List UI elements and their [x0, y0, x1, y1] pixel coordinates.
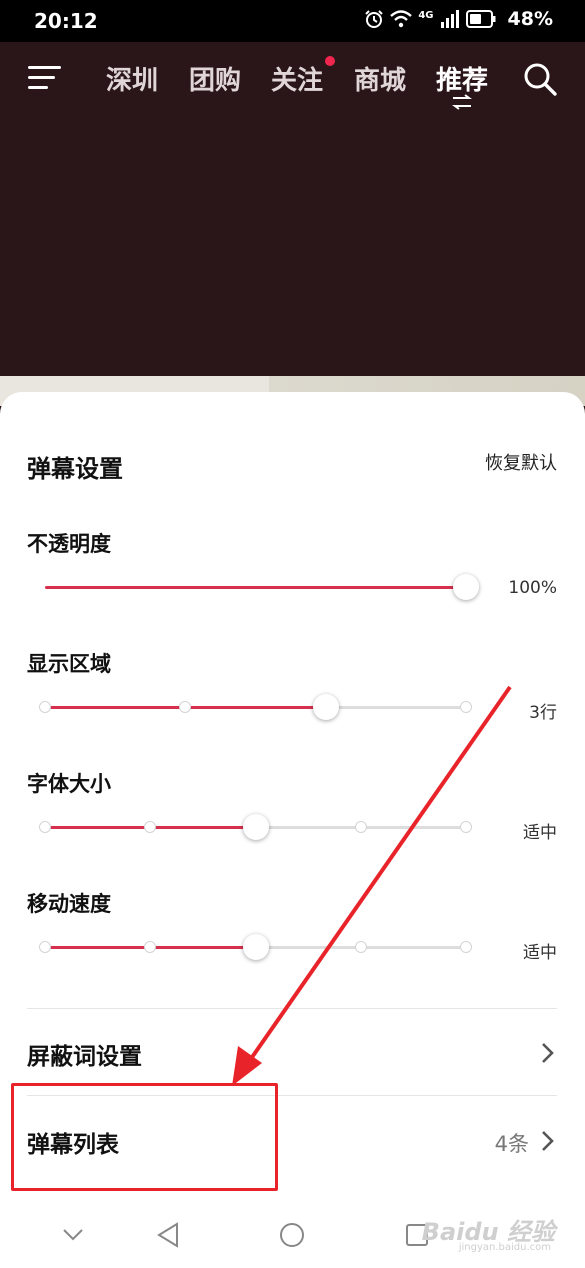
danmaku-settings-sheet: 弹幕设置 恢复默认 不透明度 100% 显示区域 3行 字体大小 适中 移动速度…: [0, 392, 585, 1268]
status-time: 20:12: [34, 9, 98, 33]
slider-fill: [45, 586, 466, 589]
opacity-value: 100%: [508, 578, 557, 598]
tab-recommend[interactable]: 推荐: [436, 60, 488, 97]
slider-step-mark: [39, 941, 51, 953]
sheet-title: 弹幕设置: [27, 455, 123, 483]
notification-dot: [325, 56, 335, 66]
blocked-words-row[interactable]: 屏蔽词设置: [0, 1010, 585, 1094]
font-size-value: 适中: [523, 823, 557, 843]
slider-step-mark: [460, 941, 472, 953]
reset-default-button[interactable]: 恢复默认: [485, 449, 557, 475]
speed-value: 适中: [523, 943, 557, 963]
font-size-slider[interactable]: [39, 812, 472, 842]
network-type-label: 4G: [418, 9, 434, 21]
divider: [27, 1095, 557, 1096]
display-area-value: 3行: [529, 703, 557, 723]
slider-step-mark: [460, 701, 472, 713]
signal-icon: [440, 10, 459, 28]
slider-thumb[interactable]: [312, 694, 339, 720]
chevron-right-icon: [542, 1131, 554, 1151]
top-nav: 深圳 团购 关注 商城 推荐: [0, 42, 585, 116]
slider-step-mark: [354, 941, 367, 953]
watermark-url: jingyan.baidu.com: [458, 1242, 551, 1253]
slider-step-mark: [144, 821, 157, 833]
slider-thumb[interactable]: [242, 814, 269, 840]
collapse-chevron-icon[interactable]: [62, 1228, 84, 1242]
wifi-icon: [390, 10, 413, 28]
slider-step-mark: [144, 941, 157, 953]
tab-group-buy[interactable]: 团购: [189, 60, 241, 97]
search-icon[interactable]: [522, 61, 558, 97]
alarm-icon: [365, 10, 384, 28]
slider-step-mark: [460, 821, 472, 833]
slider-step-mark: [39, 821, 51, 833]
font-size-label: 字体大小: [27, 772, 111, 796]
swap-icon[interactable]: [451, 94, 473, 110]
opacity-slider[interactable]: [45, 572, 479, 602]
display-area-label: 显示区域: [27, 652, 111, 676]
blocked-words-label: 屏蔽词设置: [27, 1044, 142, 1070]
video-player-area[interactable]: [0, 116, 585, 378]
divider: [27, 1008, 557, 1009]
danmaku-list-row[interactable]: 弹幕列表 4条: [0, 1098, 585, 1182]
tab-mall[interactable]: 商城: [354, 60, 406, 97]
slider-thumb[interactable]: [242, 934, 269, 960]
tab-shenzhen[interactable]: 深圳: [106, 60, 158, 97]
danmaku-count: 4条: [494, 1132, 529, 1156]
display-area-slider[interactable]: [39, 692, 472, 722]
back-icon[interactable]: [156, 1222, 180, 1248]
slider-step-mark: [354, 821, 367, 833]
speed-label: 移动速度: [27, 892, 111, 916]
tab-following[interactable]: 关注: [271, 60, 323, 97]
opacity-label: 不透明度: [27, 532, 111, 556]
status-icons: 4G 48%: [364, 8, 553, 30]
menu-icon[interactable]: [28, 64, 62, 92]
home-icon[interactable]: [279, 1222, 305, 1248]
slider-thumb[interactable]: [453, 574, 479, 600]
speed-slider[interactable]: [39, 932, 472, 962]
battery-icon: [465, 10, 496, 28]
status-bar: 20:12 4G 48%: [0, 0, 585, 42]
battery-percent: 48%: [507, 8, 553, 30]
danmaku-list-label: 弹幕列表: [27, 1132, 119, 1158]
slider-step-mark: [179, 701, 192, 713]
chevron-right-icon: [542, 1043, 554, 1063]
slider-step-mark: [39, 701, 51, 713]
